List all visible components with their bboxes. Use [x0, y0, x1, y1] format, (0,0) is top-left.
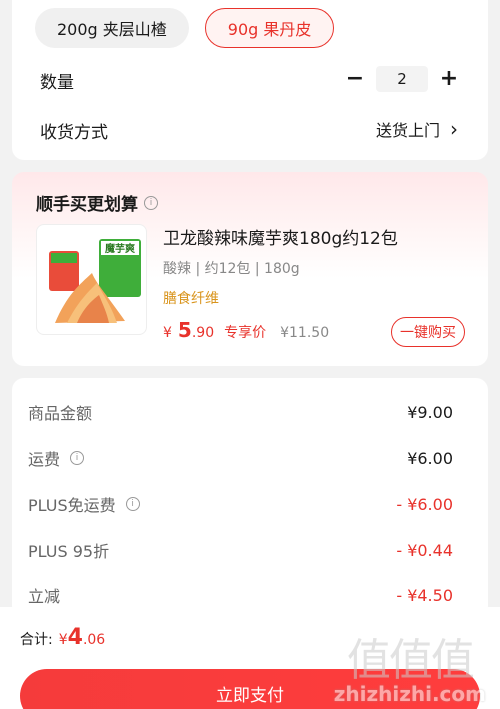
summary-row-plus-discount: PLUS 95折 - ¥0.44: [28, 538, 453, 562]
svg-text:魔芋爽: 魔芋爽: [105, 242, 135, 255]
summary-label: PLUS免运费: [28, 496, 116, 515]
summary-label: 运费: [28, 450, 61, 469]
info-icon[interactable]: i: [125, 497, 140, 511]
total-symbol: ¥: [58, 632, 68, 648]
watermark-text: zhizhizhi.com: [333, 682, 486, 706]
delivery-label: 收货方式: [40, 123, 108, 143]
quantity-plus-button[interactable]: +: [438, 67, 460, 91]
summary-row-plus-free-shipping: PLUS免运费 i - ¥6.00: [28, 492, 453, 516]
one-click-buy-button[interactable]: 一键购买: [391, 317, 465, 347]
summary-label: 立减: [28, 587, 61, 606]
recommend-title-text: 顺手买更划算: [36, 195, 138, 215]
spec-options: 200g 夹层山楂 90g 果丹皮: [35, 8, 335, 48]
quantity-stepper: − 2 +: [344, 66, 460, 92]
original-price: ¥11.50: [280, 325, 330, 341]
quantity-minus-button[interactable]: −: [344, 67, 366, 91]
quantity-label: 数量: [40, 73, 74, 93]
watermark-logo: 值值值: [346, 635, 475, 686]
price-summary-card: 商品金额 ¥9.00 运费 i ¥6.00 PLUS免运费 i - ¥6.00 PL…: [12, 378, 488, 618]
summary-row-instant-discount: 立减 - ¥4.50: [28, 583, 453, 607]
summary-value: - ¥6.00: [396, 494, 453, 514]
total-integer: 4: [67, 625, 83, 650]
konjac-package-icon: 魔芋爽: [49, 239, 141, 323]
quantity-input[interactable]: 2: [376, 66, 428, 92]
summary-row-goods: 商品金额 ¥9.00: [28, 400, 453, 424]
price-label: 专享价: [224, 325, 267, 341]
product-name[interactable]: 卫龙酸辣味魔芋爽180g约12包: [163, 224, 398, 249]
info-icon[interactable]: i: [144, 195, 158, 210]
delivery-value: 送货上门: [375, 121, 440, 140]
summary-value: ¥9.00: [407, 402, 453, 422]
delivery-method-selector[interactable]: 送货上门 ›: [376, 117, 458, 141]
product-image[interactable]: 魔芋爽: [36, 224, 147, 335]
summary-row-shipping: 运费 i ¥6.00: [28, 446, 453, 470]
summary-value: - ¥0.44: [396, 540, 453, 560]
total-decimal: .06: [82, 632, 106, 648]
product-tag: 膳食纤维: [163, 291, 219, 307]
product-spec: 酸辣 | 约12包 | 180g: [163, 261, 300, 277]
price-decimal: .90: [191, 325, 215, 341]
summary-label: PLUS 95折: [28, 542, 110, 561]
summary-value: ¥6.00: [407, 448, 453, 468]
recommend-title: 顺手买更划算 i: [36, 190, 158, 215]
total-label: 合计:: [20, 632, 53, 648]
chevron-right-icon: ›: [450, 117, 458, 141]
spec-option-fruit-leather[interactable]: 90g 果丹皮: [204, 8, 335, 48]
order-spec-card: 200g 夹层山楂 90g 果丹皮 数量 − 2 + 收货方式 送货上门 ›: [12, 0, 488, 160]
summary-label: 商品金额: [28, 404, 93, 423]
price-integer: 5: [177, 318, 192, 342]
summary-value: - ¥4.50: [396, 585, 453, 605]
watermark: 值值值 zhizhizhi.com: [334, 624, 486, 706]
order-total: 合计: ¥ 4 .06: [20, 625, 105, 650]
price-symbol: ¥: [163, 325, 172, 341]
product-price: ¥ 5 .90 专享价 ¥11.50: [163, 318, 329, 342]
spec-option-hawthorn[interactable]: 200g 夹层山楂: [35, 8, 189, 48]
recommend-card: 顺手买更划算 i 魔芋爽 卫龙酸辣味魔芋爽180g约12包 酸辣 | 约12包 …: [12, 172, 488, 366]
info-icon[interactable]: i: [70, 451, 85, 465]
